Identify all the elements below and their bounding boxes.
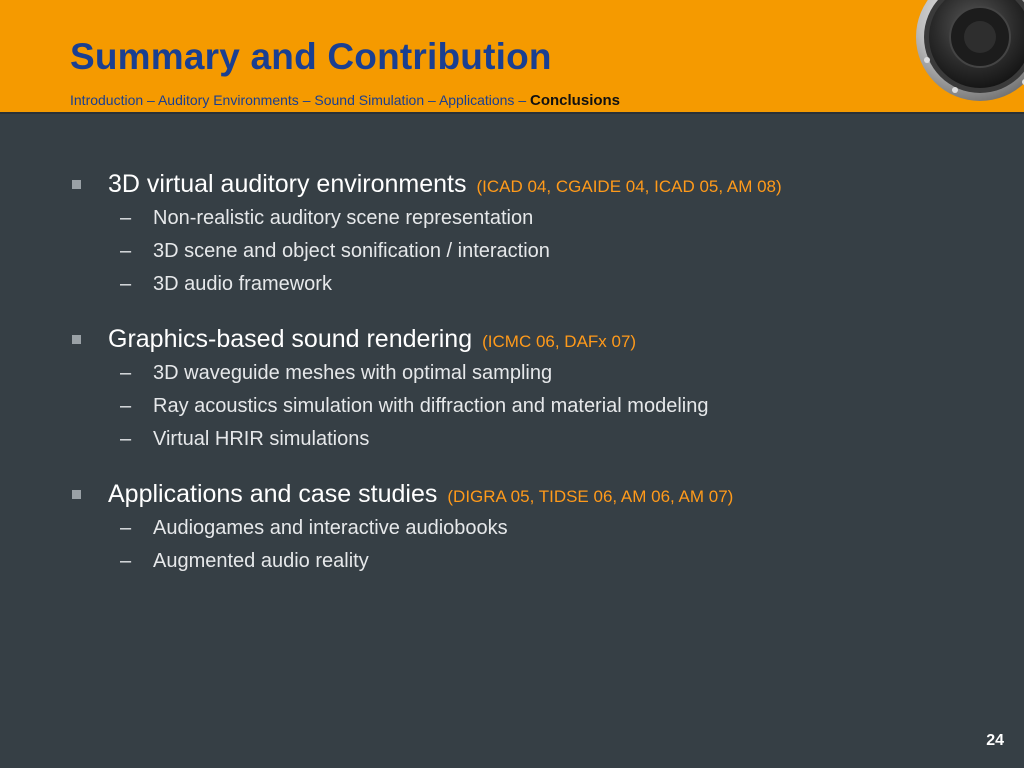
dash-marker: –: [120, 550, 132, 572]
sub-bullet-text: 3D waveguide meshes with optimal samplin…: [153, 362, 553, 384]
bullet-item: Applications and case studies (DIGRA 05, …: [70, 478, 970, 578]
sub-bullet-item: – Audiogames and interactive audiobooks: [108, 512, 970, 545]
sub-bullet-list: – Audiogames and interactive audiobooks –…: [108, 512, 970, 578]
breadcrumb-separator: –: [143, 92, 158, 108]
bullet-reference: (DIGRA 05, TIDSE 06, AM 06, AM 07): [447, 487, 734, 506]
sub-bullet-item: – Non-realistic auditory scene representa…: [108, 202, 970, 235]
breadcrumb: Introduction – Auditory Environments – S…: [70, 92, 620, 109]
bullet-reference: (ICAD 04, CGAIDE 04, ICAD 05, AM 08): [476, 177, 782, 196]
sub-bullet-item: – Virtual HRIR simulations: [108, 423, 970, 456]
breadcrumb-separator: –: [424, 92, 439, 108]
sub-bullet-text: Augmented audio reality: [153, 550, 369, 572]
breadcrumb-separator: –: [514, 92, 531, 108]
breadcrumb-item: Introduction: [70, 92, 144, 108]
breadcrumb-active-item: Conclusions: [530, 92, 621, 109]
dash-marker: –: [120, 395, 132, 417]
sub-bullet-list: –3D waveguide meshes with optimal sampli…: [108, 357, 970, 456]
dash-marker: –: [120, 273, 132, 295]
sub-bullet-list: – Non-realistic auditory scene representa…: [108, 202, 970, 301]
bullet-text: Graphics-based sound rendering: [108, 325, 473, 353]
speaker-icon: [916, 0, 1024, 101]
sub-bullet-item: – Augmented audio reality: [108, 545, 970, 578]
sub-bullet-text: Audiogames and interactive audiobooks: [153, 517, 508, 539]
bullet-list: 3D virtual auditory environments (ICAD 04…: [70, 168, 970, 600]
dash-marker: –: [120, 207, 132, 229]
sub-bullet-text: Ray acoustics simulation with diffractio…: [153, 395, 709, 417]
page-number: 24: [986, 732, 1004, 749]
header-divider: [0, 112, 1024, 114]
sub-bullet-item: – Ray acoustics simulation with diffracti…: [108, 390, 970, 423]
dash-marker: –: [120, 362, 132, 384]
sub-bullet-text: 3D audio framework: [153, 273, 332, 295]
square-bullet-icon: [72, 335, 81, 344]
bullet-reference: (ICMC 06, DAFx 07): [482, 332, 637, 351]
sub-bullet-item: –3D scene and object sonification / inte…: [108, 235, 970, 268]
breadcrumb-item: Sound Simulation: [314, 92, 425, 108]
sub-bullet-text: Virtual HRIR simulations: [153, 428, 370, 450]
breadcrumb-item: Applications: [438, 92, 515, 108]
bullet-text: Applications and case studies: [108, 480, 438, 508]
dash-marker: –: [120, 240, 132, 262]
square-bullet-icon: [72, 490, 81, 499]
sub-bullet-item: –3D waveguide meshes with optimal sampli…: [108, 357, 970, 390]
breadcrumb-item: Auditory Environments: [157, 92, 299, 108]
bullet-text: 3D virtual auditory environments: [108, 170, 467, 198]
sub-bullet-item: –3D audio framework: [108, 268, 970, 301]
dash-marker: –: [120, 517, 132, 539]
slide-title: Summary and Contribution: [70, 36, 552, 77]
square-bullet-icon: [72, 180, 81, 189]
bullet-item: Graphics-based sound rendering (ICMC 06, …: [70, 323, 970, 456]
bullet-item: 3D virtual auditory environments (ICAD 04…: [70, 168, 970, 301]
sub-bullet-text: 3D scene and object sonification / inter…: [153, 240, 550, 262]
dash-marker: –: [120, 428, 132, 450]
breadcrumb-separator: –: [298, 92, 315, 108]
sub-bullet-text: Non-realistic auditory scene representat…: [153, 207, 534, 229]
